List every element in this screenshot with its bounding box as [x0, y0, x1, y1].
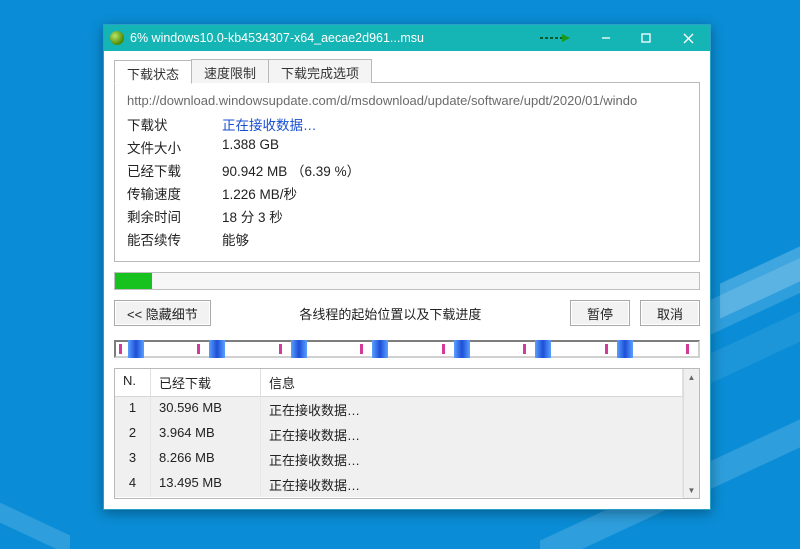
segment-tick [686, 344, 689, 354]
downloaded-value: 90.942 MB （6.39 %） [222, 160, 687, 180]
progress-fill [115, 273, 152, 289]
speed-value: 1.226 MB/秒 [222, 183, 687, 203]
table-cell-info[interactable]: 正在接收数据… [261, 422, 683, 447]
titlebar-arrow-icon [540, 33, 570, 43]
tab-download-status[interactable]: 下载状态 [114, 60, 192, 84]
segment-tick [119, 344, 122, 354]
window-title: 6% windows10.0-kb4534307-x64_aecae2d961.… [130, 31, 586, 45]
segment-tick [279, 344, 282, 354]
segment-tick [605, 344, 608, 354]
table-cell-n[interactable]: 1 [115, 397, 151, 422]
filesize-label: 文件大小 [127, 137, 222, 157]
segment-mark [372, 340, 388, 358]
tab-speed-limit[interactable]: 速度限制 [191, 59, 269, 83]
pause-button[interactable]: 暂停 [570, 300, 630, 326]
scroll-up-icon[interactable]: ▲ [684, 369, 699, 385]
col-info[interactable]: 信息 [261, 369, 683, 397]
status-panel: http://download.windowsupdate.com/d/msdo… [114, 83, 700, 262]
table-cell-downloaded[interactable]: 13.495 MB [151, 472, 261, 497]
tab-on-complete[interactable]: 下载完成选项 [268, 59, 372, 83]
segment-mark [617, 340, 633, 358]
downloaded-label: 已经下载 [127, 160, 222, 180]
col-n[interactable]: N. [115, 369, 151, 397]
table-cell-n[interactable]: 3 [115, 447, 151, 472]
table-cell-downloaded[interactable]: 3.964 MB [151, 422, 261, 447]
hide-details-button[interactable]: << 隐藏细节 [114, 300, 211, 326]
table-cell-n[interactable]: 4 [115, 472, 151, 497]
status-label: 下载状 [127, 114, 222, 134]
segment-bar [114, 340, 700, 358]
table-cell-info[interactable]: 正在接收数据… [261, 397, 683, 422]
segment-mark [291, 340, 307, 358]
remaining-value: 18 分 3 秒 [222, 206, 687, 226]
segment-tick [523, 344, 526, 354]
cancel-button[interactable]: 取消 [640, 300, 700, 326]
maximize-button[interactable] [626, 25, 666, 51]
remaining-label: 剩余时间 [127, 206, 222, 226]
segment-mark [128, 340, 144, 358]
threads-caption: 各线程的起始位置以及下载进度 [299, 304, 481, 323]
table-cell-downloaded[interactable]: 30.596 MB [151, 397, 261, 422]
table-cell-n[interactable]: 2 [115, 422, 151, 447]
segment-mark [209, 340, 225, 358]
close-button[interactable] [666, 25, 710, 51]
status-value: 正在接收数据… [222, 114, 687, 134]
table-scrollbar[interactable]: ▲ ▼ [683, 369, 699, 498]
download-dialog: 6% windows10.0-kb4534307-x64_aecae2d961.… [103, 24, 711, 510]
col-downloaded[interactable]: 已经下载 [151, 369, 261, 397]
segment-tick [442, 344, 445, 354]
segment-tick [197, 344, 200, 354]
titlebar[interactable]: 6% windows10.0-kb4534307-x64_aecae2d961.… [104, 25, 710, 51]
table-cell-info[interactable]: 正在接收数据… [261, 472, 683, 497]
minimize-button[interactable] [586, 25, 626, 51]
scroll-down-icon[interactable]: ▼ [684, 482, 699, 498]
segment-mark [454, 340, 470, 358]
segment-mark [535, 340, 551, 358]
resume-value: 能够 [222, 229, 687, 249]
app-icon [110, 31, 124, 45]
download-url: http://download.windowsupdate.com/d/msdo… [127, 93, 687, 108]
tab-strip: 下载状态 速度限制 下载完成选项 [114, 59, 700, 83]
speed-label: 传输速度 [127, 183, 222, 203]
table-cell-info[interactable]: 正在接收数据… [261, 447, 683, 472]
resume-label: 能否续传 [127, 229, 222, 249]
table-cell-downloaded[interactable]: 8.266 MB [151, 447, 261, 472]
filesize-value: 1.388 GB [222, 137, 687, 157]
threads-table: N. 已经下载 信息 130.596 MB正在接收数据…23.964 MB正在接… [114, 368, 700, 499]
progress-bar [114, 272, 700, 290]
segment-tick [360, 344, 363, 354]
